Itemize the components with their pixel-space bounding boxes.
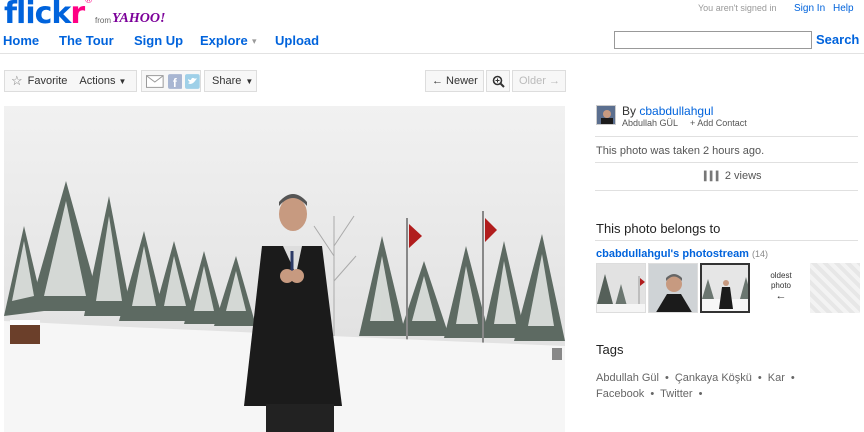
share-chevron-down-icon: ▼ <box>245 76 254 86</box>
nav-sign-up[interactable]: Sign Up <box>134 33 183 48</box>
chevron-down-icon: ▼ <box>118 77 127 86</box>
divider <box>595 240 858 241</box>
snow-scene-illustration <box>4 106 565 432</box>
photostream-thumb-current[interactable] <box>700 263 750 313</box>
oldest-photo-label: oldest photo <box>770 271 792 290</box>
help-link[interactable]: Help <box>833 3 854 14</box>
nav-upload[interactable]: Upload <box>275 33 319 48</box>
header-divider <box>0 53 864 54</box>
empty-thumb-placeholder <box>810 263 860 313</box>
facebook-icon[interactable]: f <box>167 73 183 89</box>
explore-dropdown-icon[interactable]: ▾ <box>252 36 257 47</box>
logo-fl: fl <box>4 0 26 31</box>
email-icon[interactable] <box>146 74 164 88</box>
search-input[interactable] <box>614 31 812 49</box>
tags-row: Facebook • Twitter • <box>596 385 858 403</box>
tag-separator: • <box>665 372 669 384</box>
add-contact-link[interactable]: + Add Contact <box>690 118 747 128</box>
tag-link[interactable]: Abdullah Gül <box>596 372 659 384</box>
belongs-to-heading: This photo belongs to <box>596 221 721 236</box>
photo-owner: By cbabdullahgul <box>622 104 713 118</box>
actions-button[interactable]: Actions ▼ <box>79 75 126 87</box>
tag-link[interactable]: Kar <box>768 372 785 384</box>
views-count: ▍▍▍ 2 views <box>704 170 762 182</box>
nav-explore[interactable]: Explore <box>200 33 248 48</box>
tags-heading: Tags <box>596 342 624 357</box>
older-button[interactable]: Older → <box>512 70 566 92</box>
nav-the-tour[interactable]: The Tour <box>59 33 114 48</box>
tag-link[interactable]: Twitter <box>660 388 692 400</box>
photostream-label: cbabdullahgul's photostream <box>596 248 749 260</box>
flickr-logo[interactable]: flickr® <box>4 0 93 31</box>
arrow-left-icon: ← <box>775 290 787 302</box>
logo-reg: ® <box>84 0 93 6</box>
divider <box>595 162 858 163</box>
owner-username-link[interactable]: cbabdullahgul <box>639 104 713 118</box>
twitter-icon[interactable] <box>185 73 200 89</box>
search-button[interactable]: Search <box>816 32 859 47</box>
tag-separator: • <box>698 388 703 400</box>
by-label: By <box>622 104 637 118</box>
nav-home[interactable]: Home <box>3 33 39 48</box>
views-bars-icon: ▍▍▍ <box>704 171 723 181</box>
divider <box>595 136 858 137</box>
svg-text:f: f <box>173 76 177 88</box>
photostream-count: (14) <box>752 249 769 259</box>
logo-ick: ick <box>25 0 71 31</box>
toolbar-share-icons: f <box>141 70 201 92</box>
tag-link[interactable]: Çankaya Köşkü <box>675 372 752 384</box>
newer-button[interactable]: ← Newer <box>425 70 484 92</box>
signed-in-status: You aren't signed in <box>698 3 777 13</box>
photostream-thumb[interactable] <box>596 263 646 313</box>
sign-in-link[interactable]: Sign In <box>794 3 825 14</box>
yahoo-logo: YAHOO! <box>112 11 166 26</box>
share-button[interactable]: Share ▼ <box>204 70 257 92</box>
views-label: 2 views <box>724 170 762 182</box>
favorite-button[interactable]: Favorite <box>28 75 68 87</box>
toolbar-group-left: ☆ Favorite Actions ▼ <box>4 70 137 92</box>
from-label: from <box>95 16 111 25</box>
main-photo[interactable] <box>4 106 565 432</box>
tag-separator: • <box>757 372 762 384</box>
tag-separator: • <box>650 388 655 400</box>
magnifier-zoom-icon <box>492 75 505 88</box>
logo-r: r <box>70 0 85 31</box>
divider <box>595 190 858 191</box>
owner-full-name: Abdullah GÜL <box>622 118 679 128</box>
actions-label: Actions <box>79 75 116 87</box>
photo-taken-text: This photo was taken 2 hours ago. <box>596 145 765 157</box>
older-label: Older → <box>519 75 560 87</box>
tag-link[interactable]: Facebook <box>596 388 644 400</box>
newer-label: ← Newer <box>432 75 478 87</box>
share-label: Share <box>212 75 242 87</box>
owner-avatar[interactable] <box>596 105 616 125</box>
flickr-photo-page: { "header": { "logo": {"fl": "fl", "ic":… <box>0 0 864 432</box>
zoom-button[interactable] <box>486 70 510 92</box>
tag-separator: • <box>790 372 795 384</box>
photostream-link[interactable]: cbabdullahgul's photostream (14) <box>596 248 768 260</box>
oldest-photo-link[interactable]: oldest photo ← <box>760 265 802 313</box>
photostream-thumb[interactable] <box>648 263 698 313</box>
star-icon[interactable]: ☆ <box>11 73 23 89</box>
